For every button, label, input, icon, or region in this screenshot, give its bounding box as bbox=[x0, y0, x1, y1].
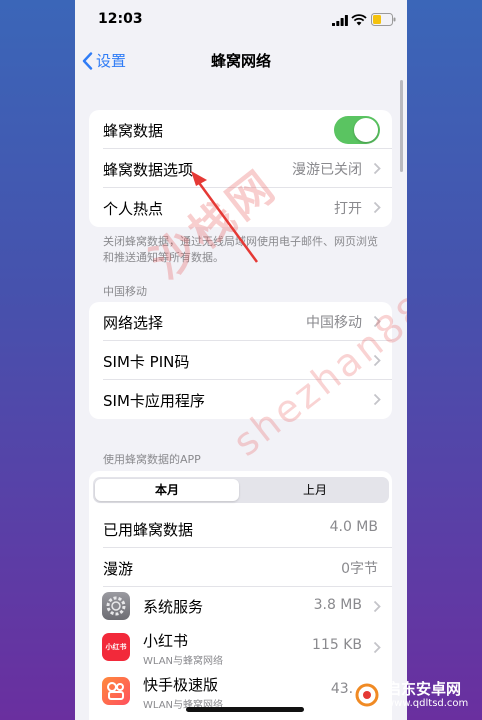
phone-screen: 12:03 设置 蜂窝网络 蜂窝数据 蜂窝数据选项 漫游已关闭 个人热点 打开 … bbox=[75, 0, 407, 720]
brand-name: 启东安卓网 bbox=[386, 679, 462, 698]
site-brand: 启东安卓网 www.qdltsd.com bbox=[352, 680, 468, 710]
brand-url: www.qdltsd.com bbox=[386, 697, 469, 709]
brand-logo-icon bbox=[352, 680, 382, 710]
annotation-arrow-icon bbox=[191, 171, 259, 263]
